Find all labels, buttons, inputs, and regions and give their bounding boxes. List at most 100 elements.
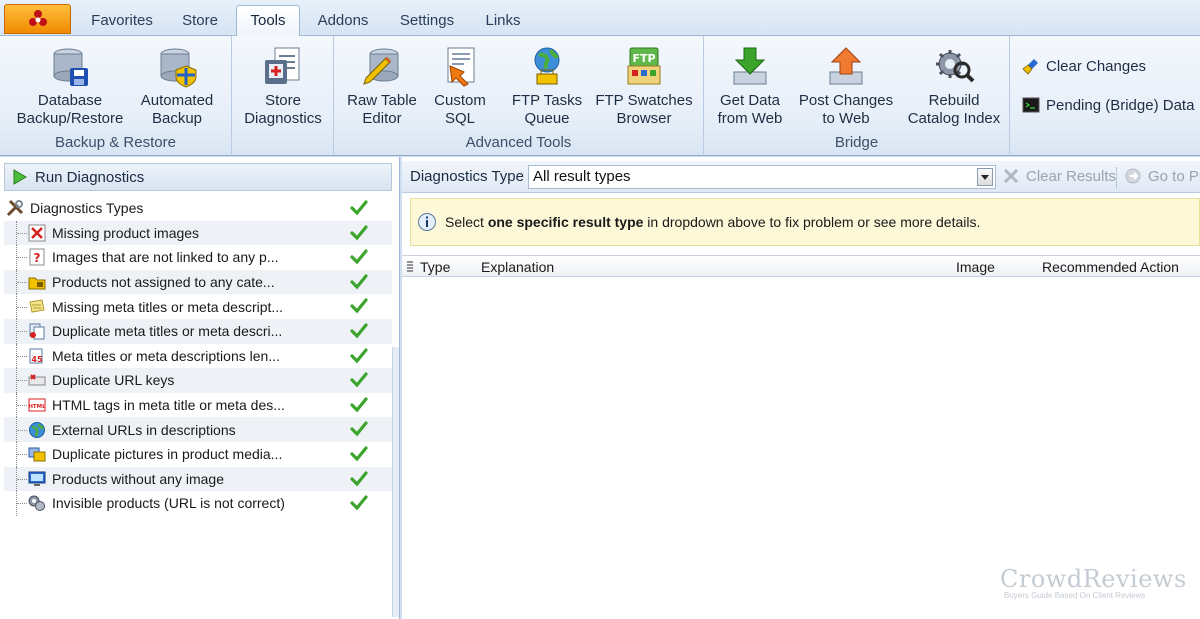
globe-queue-icon [534, 47, 560, 85]
ribbon-group-label-bridge: Bridge [834, 134, 879, 151]
close-icon [1003, 168, 1019, 184]
app-logo-icon [28, 10, 47, 26]
diagnostics-type-select[interactable]: All result types [528, 165, 996, 189]
diagnostics-type-value: All result types [533, 168, 631, 185]
tab-store[interactable]: Store [170, 6, 230, 36]
post-changes-to-web-button[interactable]: Post Changes to Web [798, 44, 894, 128]
download-arrow-icon [733, 47, 767, 85]
tree-connector [16, 466, 28, 492]
tree-connector [16, 294, 28, 319]
tree-item[interactable]: Duplicate meta titles or meta descri... [4, 318, 392, 344]
get-data-from-web-button[interactable]: Get Data from Web [710, 44, 790, 128]
tab-links[interactable]: Links [474, 6, 532, 36]
tree-item-label: Products without any image [52, 470, 224, 487]
ftp-tasks-queue-label: FTP Tasks Queue [511, 92, 583, 127]
check-icon [350, 372, 368, 388]
tree-connector [16, 245, 28, 270]
tree-item-label: Missing product images [52, 224, 200, 241]
custom-sql-button[interactable]: Custom SQL [426, 44, 494, 128]
tree-connector [16, 441, 28, 467]
raw-table-editor-button[interactable]: Raw Table Editor [342, 44, 422, 128]
check-icon [350, 323, 368, 339]
tree-item[interactable]: Duplicate pictures in product media... [4, 441, 392, 467]
sql-script-icon [447, 47, 475, 87]
tree-item[interactable]: Products not assigned to any cate... [4, 269, 392, 295]
ribbon-tab-strip: Favorites Store Tools Addons Settings Li… [0, 0, 1200, 37]
tree-item[interactable]: ? Images that are not linked to any p... [4, 245, 392, 270]
gear-search-icon [936, 50, 975, 83]
column-header-recommended-action[interactable]: Recommended Action [1042, 259, 1179, 275]
pending-bridge-data-label: Pending (Bridge) Data [1046, 96, 1195, 114]
tree-item[interactable]: External URLs in descriptions [4, 417, 392, 442]
column-header-image[interactable]: Image [956, 259, 995, 275]
svg-text:FTP: FTP [632, 52, 655, 65]
check-icon [350, 249, 368, 265]
duplicate-meta-icon [29, 323, 45, 340]
run-diagnostics-button[interactable]: Run Diagnostics [4, 163, 392, 191]
column-header-explanation[interactable]: Explanation [481, 259, 554, 275]
store-diagnostics-button[interactable]: Store Diagnostics [238, 44, 328, 128]
ftp-folder-icon: FTP [627, 47, 661, 85]
tab-settings[interactable]: Settings [390, 6, 464, 36]
custom-sql-label: Custom SQL [434, 92, 486, 127]
results-grid-header: Type Explanation Image Recommended Actio… [402, 255, 1200, 277]
clear-changes-button[interactable]: Clear Changes [1022, 55, 1146, 77]
goto-icon [1125, 168, 1141, 184]
check-icon [350, 421, 368, 437]
tree-item[interactable]: Missing meta titles or meta descript... [4, 294, 392, 319]
invisible-product-icon [28, 495, 45, 512]
application-menu-button[interactable] [4, 4, 71, 34]
store-diagnostics-label: Store Diagnostics [244, 92, 322, 127]
database-backup-restore-button[interactable]: Database Backup/Restore [12, 44, 128, 128]
tree-root-diagnostics-types[interactable]: Diagnostics Types [4, 196, 392, 221]
pending-bridge-data-button[interactable]: Pending (Bridge) Data [1022, 94, 1194, 116]
ribbon-group-advanced-tools: Raw Table Editor Custom SQL FTP Tasks Qu… [334, 36, 704, 154]
column-chooser-icon[interactable] [406, 261, 414, 273]
database-shield-icon [160, 48, 197, 88]
tree-item[interactable]: HTML HTML tags in meta title or meta des.… [4, 392, 392, 418]
tab-addons[interactable]: Addons [306, 6, 380, 36]
play-icon [13, 169, 27, 185]
ribbon-group-label-advanced: Advanced Tools [465, 134, 572, 151]
ribbon-group-backup-restore: Database Backup/Restore Automated Backup… [0, 36, 232, 154]
database-backup-restore-label: Database Backup/Restore [16, 92, 124, 127]
tree-connector [16, 417, 28, 442]
diagnostics-tree: Diagnostics Types Missing product images… [4, 196, 392, 516]
left-panel-scrollbar[interactable] [392, 347, 399, 617]
ribbon: Database Backup/Restore Automated Backup… [0, 36, 1200, 156]
chevron-down-icon[interactable] [977, 168, 993, 186]
clear-changes-label: Clear Changes [1046, 57, 1147, 75]
tab-favorites[interactable]: Favorites [80, 6, 164, 36]
tools-icon [6, 200, 24, 217]
rebuild-catalog-index-button[interactable]: Rebuild Catalog Index [904, 44, 1004, 128]
ftp-swatches-browser-button[interactable]: FTP FTP Swatches Browser [594, 44, 694, 128]
tree-connector [16, 368, 28, 393]
diagnostics-type-label: Diagnostics Type [410, 168, 524, 185]
diagnostics-types-panel: Run Diagnostics Diagnostics Types Missin… [0, 157, 400, 619]
tree-item[interactable]: Invisible products (URL is not correct) [4, 491, 392, 516]
tree-item-label: Duplicate pictures in product media... [52, 446, 283, 463]
database-pencil-icon [363, 48, 399, 85]
tab-tools[interactable]: Tools [236, 5, 300, 37]
ftp-tasks-queue-button[interactable]: FTP Tasks Queue [506, 44, 588, 128]
column-header-type[interactable]: Type [420, 259, 450, 275]
go-to-product-button[interactable]: Go to Pr [1124, 167, 1200, 185]
duplicate-url-icon [28, 374, 46, 386]
tree-connector [16, 392, 28, 418]
run-diagnostics-label: Run Diagnostics [35, 168, 145, 186]
tree-item[interactable]: 45 Meta titles or meta descriptions len..… [4, 343, 392, 369]
tree-item[interactable]: Missing product images [4, 220, 392, 246]
tree-item-label: External URLs in descriptions [52, 421, 236, 438]
automated-backup-button[interactable]: Automated Backup [132, 44, 222, 128]
post-changes-to-web-label: Post Changes to Web [798, 92, 894, 127]
check-icon [350, 274, 368, 290]
tree-item[interactable]: Duplicate URL keys [4, 368, 392, 393]
meta-length-icon: 45 [29, 348, 43, 364]
raw-table-editor-label: Raw Table Editor [347, 92, 417, 127]
tree-item-label: Products not assigned to any cate... [52, 274, 275, 291]
tree-connector [16, 220, 28, 246]
tree-item-label: HTML tags in meta title or meta des... [52, 397, 284, 414]
clear-results-button[interactable]: Clear Results [1002, 167, 1116, 185]
tree-connector [16, 343, 28, 369]
tree-item[interactable]: Products without any image [4, 466, 392, 492]
